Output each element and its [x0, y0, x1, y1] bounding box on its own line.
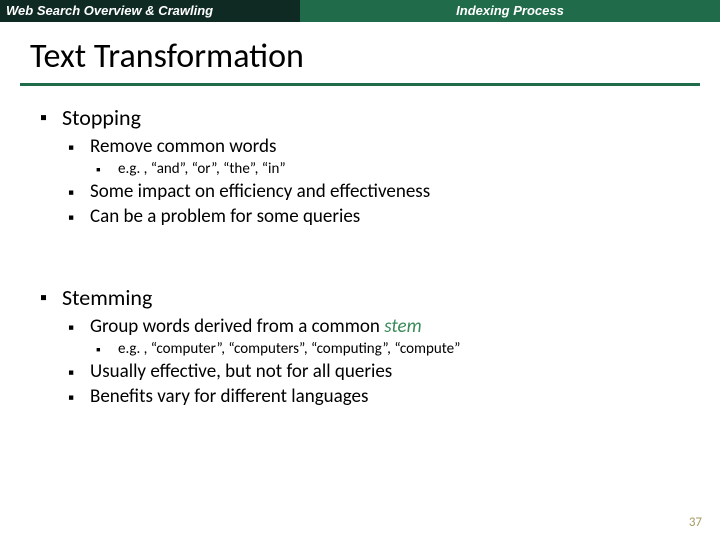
header-left: Web Search Overview & Crawling — [0, 0, 300, 22]
list-item: Usually effective, but not for all queri… — [68, 360, 680, 383]
list-item: Remove common words — [68, 135, 680, 158]
page-title: Text Transformation — [0, 22, 720, 83]
header-right: Indexing Process — [300, 0, 720, 22]
title-underline — [20, 83, 700, 86]
header-bar: Web Search Overview & Crawling Indexing … — [0, 0, 720, 22]
list-item: Benefits vary for different languages — [68, 385, 680, 408]
list-item: Can be a problem for some queries — [68, 205, 680, 228]
spacer — [40, 228, 680, 278]
slide: Web Search Overview & Crawling Indexing … — [0, 0, 720, 540]
section-heading: Stemming — [40, 284, 680, 311]
page-number: 37 — [689, 515, 702, 530]
section-heading: Stopping — [40, 104, 680, 131]
list-item-text: Group words derived from a common — [90, 315, 384, 338]
stem-word: stem — [384, 315, 421, 338]
list-item: e.g. , “computer”, “computers”, “computi… — [96, 340, 680, 358]
content-area: Stopping Remove common words e.g. , “and… — [0, 104, 720, 408]
list-item: Some impact on efficiency and effectiven… — [68, 180, 680, 203]
list-item: e.g. , “and”, “or”, “the”, “in” — [96, 160, 680, 178]
list-item: Group words derived from a common stem — [68, 315, 680, 338]
